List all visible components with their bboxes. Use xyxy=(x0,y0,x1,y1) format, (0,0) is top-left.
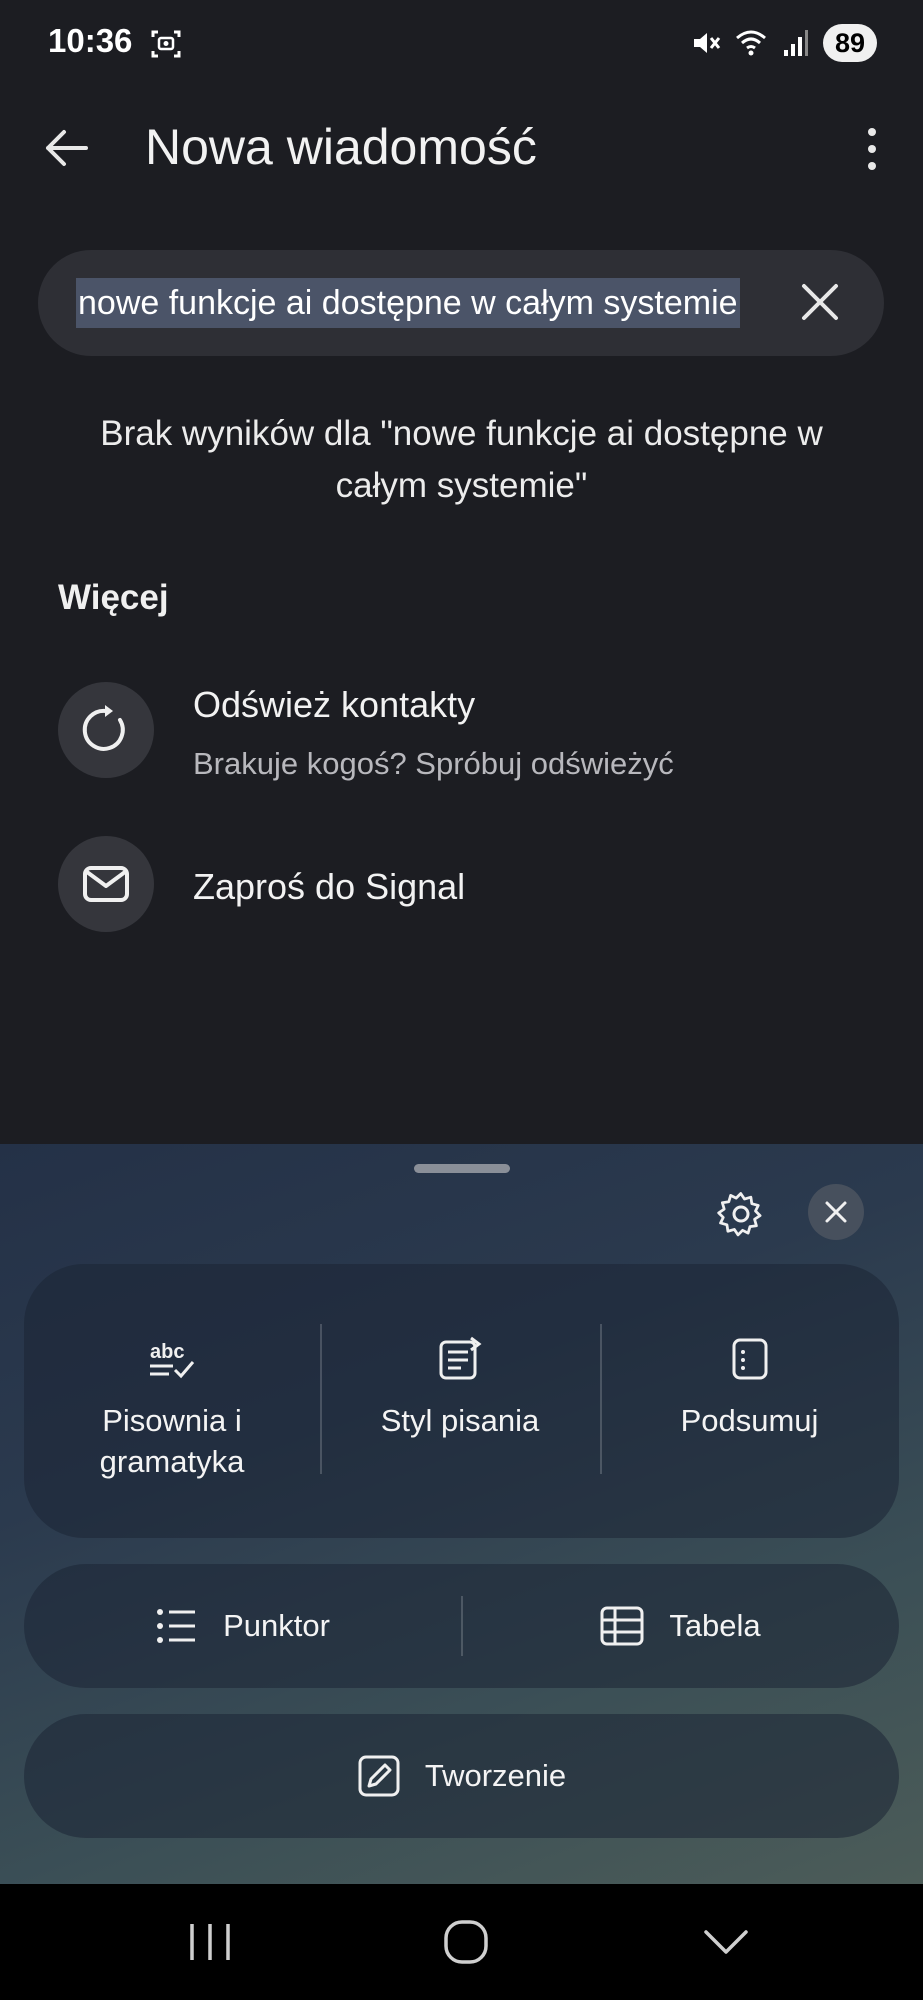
format-card: Punktor Tabela xyxy=(24,1564,899,1688)
ai-tools-card: abc Pisownia i gramatyka Styl pisania Po… xyxy=(24,1264,899,1538)
bullet-list-label: Punktor xyxy=(223,1608,330,1643)
wifi-icon xyxy=(735,30,766,56)
refresh-contacts-title[interactable]: Odśwież kontakty xyxy=(193,684,475,726)
writing-style-button[interactable]: Styl pisania xyxy=(320,1264,600,1538)
gear-icon[interactable] xyxy=(715,1188,767,1240)
spell-check-icon: abc xyxy=(150,1341,195,1379)
invite-button[interactable] xyxy=(58,836,154,932)
home-icon[interactable] xyxy=(440,1916,492,1968)
summary-icon xyxy=(732,1338,767,1380)
drag-handle[interactable] xyxy=(414,1164,510,1173)
writing-style-label: Styl pisania xyxy=(380,1403,540,1438)
writing-assist-panel: abc Pisownia i gramatyka Styl pisania Po… xyxy=(0,1144,923,1884)
invite-label[interactable]: Zaproś do Signal xyxy=(193,866,465,908)
bullet-list-button[interactable]: Punktor xyxy=(24,1564,461,1688)
page-title: Nowa wiadomość xyxy=(145,119,537,175)
spell-check-button[interactable]: abc Pisownia i gramatyka xyxy=(24,1264,320,1538)
more-section-heading: Więcej xyxy=(58,578,169,617)
bullet-list-icon xyxy=(157,1609,196,1643)
status-time: 10:36 xyxy=(48,22,133,59)
recent-apps-icon[interactable] xyxy=(184,1916,236,1968)
refresh-contacts-button[interactable] xyxy=(58,682,154,778)
compose-button[interactable]: Tworzenie xyxy=(24,1714,899,1838)
close-panel-button[interactable] xyxy=(808,1184,864,1240)
table-icon xyxy=(600,1606,644,1646)
compose-card: Tworzenie xyxy=(24,1714,899,1838)
battery-badge: 89 xyxy=(822,24,877,62)
search-field[interactable]: nowe funkcje ai dostępne w całym systemi… xyxy=(38,250,884,356)
screenshot-icon xyxy=(151,30,181,58)
navigation-bar xyxy=(0,1884,923,2000)
no-results-message: Brak wyników dla "nowe funkcje ai dostęp… xyxy=(100,414,823,505)
writing-style-icon xyxy=(439,1336,482,1380)
back-arrow-icon[interactable] xyxy=(40,122,92,174)
mail-icon xyxy=(83,866,129,902)
spell-check-label: Pisownia i gramatyka xyxy=(99,1403,245,1479)
compose-label: Tworzenie xyxy=(424,1758,567,1793)
close-icon xyxy=(825,1201,847,1223)
summarize-label: Podsumuj xyxy=(680,1403,819,1438)
compose-icon xyxy=(358,1755,400,1797)
summarize-button[interactable]: Podsumuj xyxy=(600,1264,899,1538)
mute-icon xyxy=(693,33,721,53)
signal-icon xyxy=(783,30,808,56)
table-button[interactable]: Tabela xyxy=(461,1564,899,1688)
refresh-contacts-subtitle: Brakuje kogoś? Spróbuj odświeżyć xyxy=(193,746,674,781)
more-options-icon[interactable] xyxy=(857,124,887,174)
clear-search-icon[interactable] xyxy=(796,278,844,326)
search-input-value[interactable]: nowe funkcje ai dostępne w całym systemi… xyxy=(76,278,740,328)
status-icons: 89 xyxy=(691,24,877,62)
refresh-icon xyxy=(82,705,125,751)
table-label: Tabela xyxy=(669,1608,761,1643)
nav-back-icon[interactable] xyxy=(700,1916,752,1968)
svg-text:abc: abc xyxy=(150,1341,184,1363)
